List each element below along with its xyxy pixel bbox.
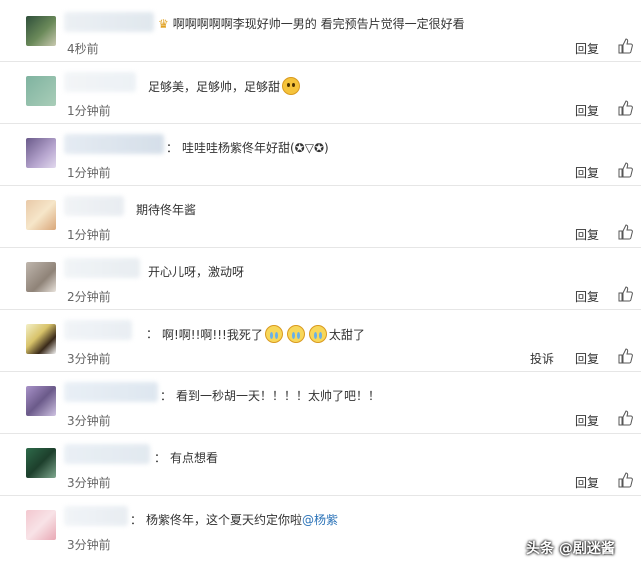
reply-button[interactable]: 回复 — [575, 288, 599, 305]
comment-time: 3分钟前 — [67, 352, 111, 366]
comment-item: ： 看到一秒胡一天！！！！太帅了吧！！ 3分钟前 回复 — [0, 372, 641, 434]
comment-time: 1分钟前 — [67, 166, 111, 180]
comment-time: 3分钟前 — [67, 538, 111, 552]
mention-link[interactable]: @杨紫 — [302, 513, 338, 527]
avatar[interactable] — [26, 324, 56, 354]
comment-item: ： 啊!啊!!啊!!!我死了 太甜了 3分钟前 投诉 回复 — [0, 310, 641, 372]
thumbs-up-icon[interactable] — [617, 38, 633, 54]
reply-button[interactable]: 回复 — [575, 102, 599, 119]
username[interactable] — [64, 320, 132, 340]
comment-text: 足够美，足够帅，足够甜 — [148, 77, 302, 95]
username[interactable] — [64, 258, 140, 278]
comment-text: 期待佟年酱 — [136, 203, 197, 217]
comment-item: 期待佟年酱 1分钟前 回复 — [0, 186, 641, 248]
reply-button[interactable]: 回复 — [575, 412, 599, 429]
username[interactable] — [64, 444, 150, 464]
comment-item: ： 有点想看 3分钟前 回复 — [0, 434, 641, 496]
crying-emoji-icon — [286, 325, 305, 343]
crown-icon: ♛ — [158, 17, 169, 31]
crying-emoji-icon — [308, 325, 327, 343]
avatar[interactable] — [26, 76, 56, 106]
comment-item: ： 哇哇哇杨紫佟年好甜(✪▽✪) 1分钟前 回复 — [0, 124, 641, 186]
comment-time: 1分钟前 — [67, 228, 111, 242]
reply-button[interactable]: 回复 — [575, 474, 599, 491]
username[interactable] — [64, 134, 164, 154]
thumbs-up-icon[interactable] — [617, 224, 633, 240]
crying-emoji-icon — [264, 325, 283, 343]
comment-text: 有点想看 — [170, 451, 219, 465]
comment-text: 杨紫佟年，这个夏天约定你啦@杨紫 — [146, 513, 339, 527]
reply-button[interactable]: 回复 — [575, 350, 599, 367]
reply-button[interactable]: 回复 — [575, 226, 599, 243]
comment-time: 3分钟前 — [67, 414, 111, 428]
thumbs-up-icon[interactable] — [617, 162, 633, 178]
comment-time: 4秒前 — [67, 42, 99, 56]
reply-button[interactable]: 回复 — [575, 40, 599, 57]
reply-button[interactable]: 回复 — [575, 164, 599, 181]
comment-item: 开心儿呀，激动呀 2分钟前 回复 — [0, 248, 641, 310]
comment-text: 开心儿呀，激动呀 — [148, 265, 245, 279]
thumbs-up-icon[interactable] — [617, 286, 633, 302]
thumbs-up-icon[interactable] — [617, 100, 633, 116]
username[interactable] — [64, 72, 136, 92]
comment-item: 足够美，足够帅，足够甜 1分钟前 回复 — [0, 62, 641, 124]
comment-text: 看到一秒胡一天！！！！太帅了吧！！ — [176, 389, 381, 403]
avatar[interactable] — [26, 16, 56, 46]
avatar[interactable] — [26, 200, 56, 230]
comment-time: 3分钟前 — [67, 476, 111, 490]
comment-time: 2分钟前 — [67, 290, 111, 304]
avatar[interactable] — [26, 138, 56, 168]
username[interactable] — [64, 12, 154, 32]
watermark: 头条 @剧迷酱 — [526, 541, 615, 557]
comment-text: 哇哇哇杨紫佟年好甜(✪▽✪) — [182, 141, 329, 155]
username[interactable] — [64, 506, 128, 526]
username[interactable] — [64, 382, 158, 402]
comment-text: ♛ 啊啊啊啊啊李现好帅一男的 看完预告片觉得一定很好看 — [158, 17, 465, 31]
thumbs-up-icon[interactable] — [617, 348, 633, 364]
thumbs-up-icon[interactable] — [617, 410, 633, 426]
thumbs-up-icon[interactable] — [617, 472, 633, 488]
avatar[interactable] — [26, 386, 56, 416]
avatar[interactable] — [26, 448, 56, 478]
laughing-emoji-icon — [282, 77, 301, 95]
comment-text: 啊!啊!!啊!!!我死了 太甜了 — [162, 325, 365, 343]
avatar[interactable] — [26, 262, 56, 292]
report-button[interactable]: 投诉 — [530, 350, 554, 367]
username[interactable] — [64, 196, 124, 216]
comment-item: ♛ 啊啊啊啊啊李现好帅一男的 看完预告片觉得一定很好看 4秒前 回复 — [0, 0, 641, 62]
comment-time: 1分钟前 — [67, 104, 111, 118]
avatar[interactable] — [26, 510, 56, 540]
